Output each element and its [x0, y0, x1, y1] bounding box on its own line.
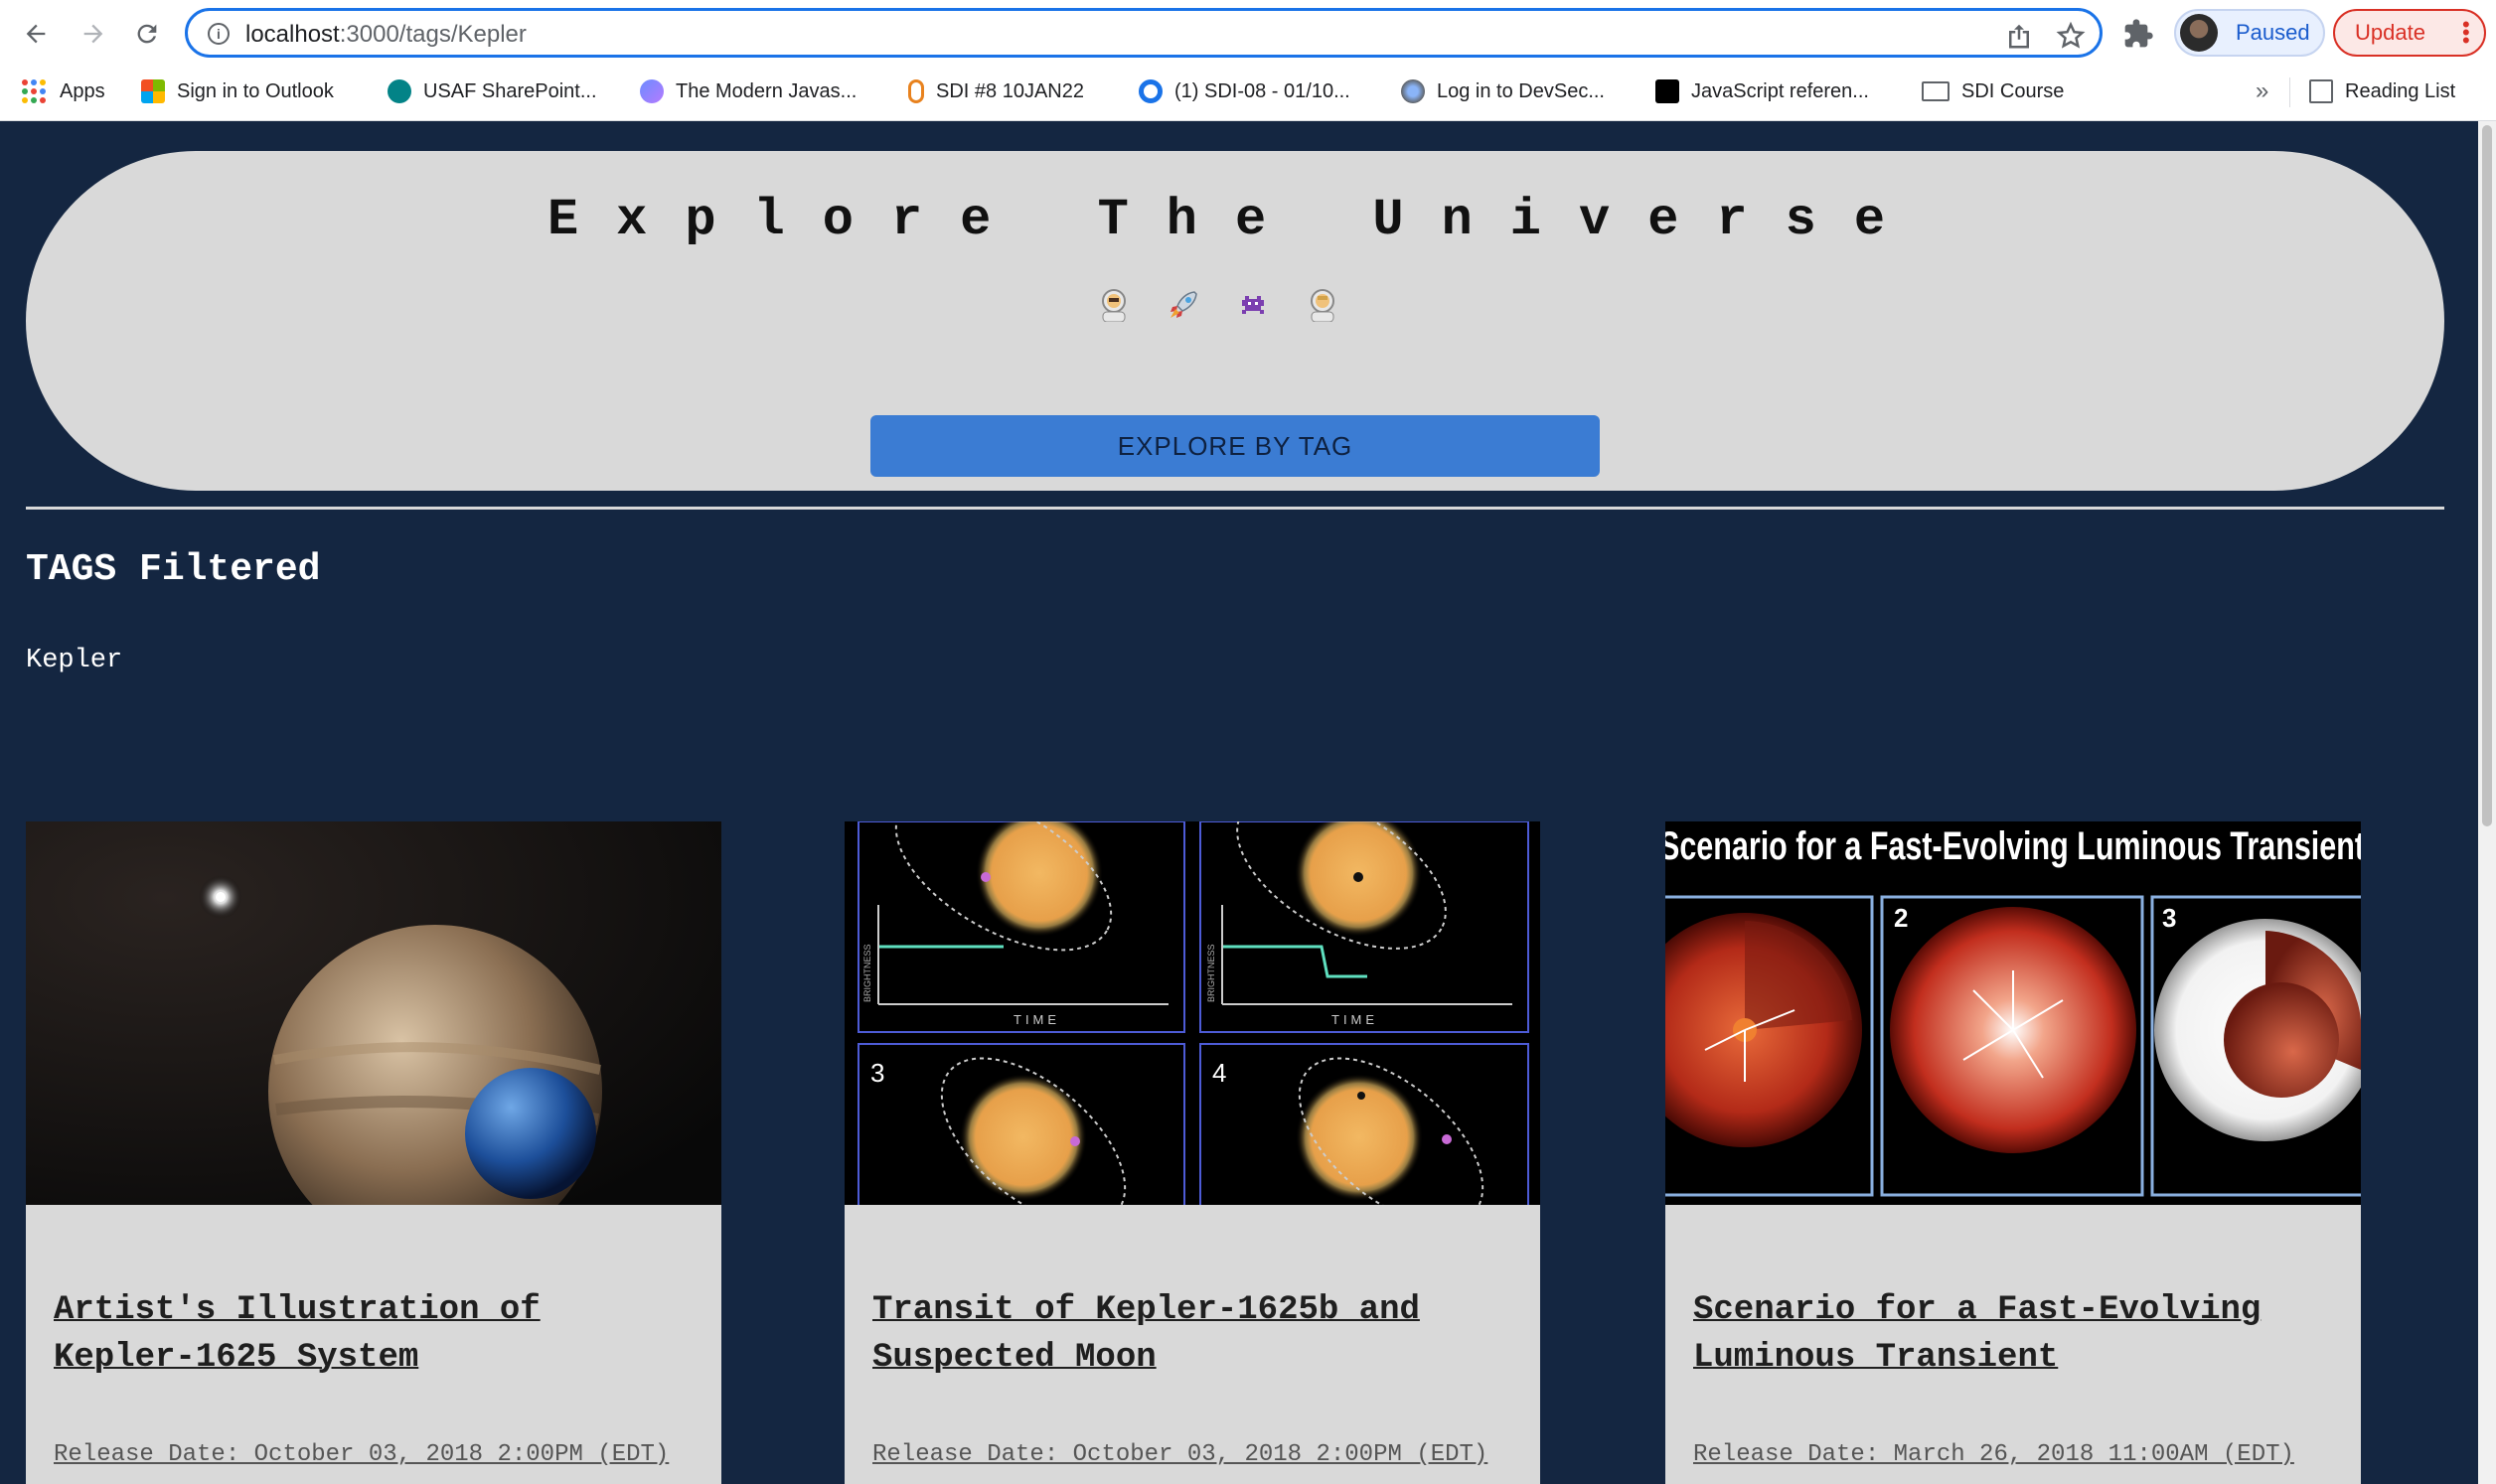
card-image-transient[interactable]: Scenario for a Fast-Evolving Luminous Tr… [1665, 821, 2361, 1205]
globe-icon [1401, 79, 1425, 103]
transient-scenario-diagram: Scenario for a Fast-Evolving Luminous Tr… [1665, 821, 2361, 1205]
link-icon [908, 79, 924, 103]
bookmark-outlook[interactable]: Sign in to Outlook [141, 75, 334, 107]
panel-label: 3 [870, 1058, 884, 1088]
url-path: :3000/tags/Kepler [339, 21, 527, 48]
axis-label-time: TIME [1331, 1012, 1378, 1027]
card-title-link[interactable]: Artist's Illustration of Kepler-1625 Sys… [54, 1286, 700, 1382]
bookmark-sharepoint[interactable]: USAF SharePoint... [388, 75, 597, 107]
share-icon[interactable] [2004, 21, 2034, 51]
reading-list-label: Reading List [2345, 79, 2456, 102]
puzzle-icon[interactable] [2122, 18, 2154, 50]
update-button[interactable]: Update • • • [2333, 9, 2486, 57]
exoplanet-illustration [26, 821, 721, 1205]
bookmark-sdi-8[interactable]: SDI #8 10JAN22 [908, 75, 1084, 107]
address-bar[interactable]: i localhost:3000/tags/Kepler [185, 8, 2103, 58]
sharepoint-icon [388, 79, 411, 103]
bookmarks-bar: Apps Sign in to Outlook USAF SharePoint.… [0, 70, 2496, 113]
hero-banner: Explore The Universe EXPLORE BY TAG [26, 151, 2444, 491]
scrollbar-thumb[interactable] [2482, 125, 2492, 826]
back-button[interactable] [16, 14, 56, 54]
bookmark-sdi-08[interactable]: (1) SDI-08 - 01/10... [1139, 75, 1350, 107]
javascript-info-icon [640, 79, 664, 103]
axis-label-brightness: BRIGHTNESS [862, 944, 872, 1002]
bookmark-javascript-reference[interactable]: JavaScript referen... [1655, 75, 1869, 107]
forward-button[interactable] [74, 14, 113, 54]
tags-heading: TAGS Filtered [26, 548, 321, 591]
arrow-left-icon [26, 24, 46, 44]
bookmark-label: USAF SharePoint... [423, 79, 597, 102]
bookmarks-overflow-chevron[interactable]: » [2256, 77, 2268, 105]
rocket-icon [1170, 291, 1197, 318]
avatar [2180, 14, 2218, 52]
media-card[interactable]: Artist's Illustration of Kepler-1625 Sys… [26, 821, 721, 1484]
mdn-icon [1655, 79, 1679, 103]
microsoft-logo-icon [141, 79, 165, 103]
reload-button[interactable] [127, 14, 167, 54]
bookmark-sdi-course[interactable]: SDI Course [1922, 75, 2064, 107]
panel-label: 2 [1894, 903, 1908, 933]
divider [26, 507, 2444, 510]
card-release-date[interactable]: Release Date: October 03, 2018 2:00PM (E… [872, 1441, 1487, 1468]
bookmarks-divider [2289, 77, 2290, 107]
transit-diagram: TIME BRIGHTNESS TIME BRIGHTNESS 3 4 [845, 821, 1540, 1205]
bookmark-label: (1) SDI-08 - 01/10... [1174, 79, 1350, 102]
arrow-right-icon [83, 24, 103, 44]
bookmark-label: SDI #8 10JAN22 [936, 79, 1084, 102]
bookmark-label: Apps [60, 79, 105, 102]
bookmark-label: The Modern Javas... [676, 79, 858, 102]
bookmark-apps[interactable]: Apps [22, 75, 105, 107]
card-title-link[interactable]: Scenario for a Fast-Evolving Luminous Tr… [1693, 1286, 2339, 1382]
panel-label: 4 [1212, 1058, 1226, 1088]
reload-icon [137, 24, 157, 44]
page-title: Explore The Universe [546, 191, 1924, 249]
card-image-kepler-system[interactable] [26, 821, 721, 1205]
bookmark-label: Log in to DevSec... [1437, 79, 1605, 102]
card-image-transit[interactable]: TIME BRIGHTNESS TIME BRIGHTNESS 3 4 [845, 821, 1540, 1205]
toolbar: i localhost:3000/tags/Kepler Paused Upda… [0, 0, 2496, 66]
more-vert-icon: • • • [2462, 12, 2470, 53]
url-host: localhost [245, 21, 340, 48]
card-release-date[interactable]: Release Date: October 03, 2018 2:00PM (E… [54, 1441, 669, 1468]
page-content: Explore The Universe EXPLORE BY TAG TAGS… [0, 121, 2478, 1484]
panel-label: 3 [2162, 903, 2176, 933]
reading-list-icon [2309, 79, 2333, 103]
update-label: Update [2355, 20, 2425, 45]
apps-grid-icon [22, 79, 46, 103]
browser-chrome: i localhost:3000/tags/Kepler Paused Upda… [0, 0, 2496, 121]
profile-button[interactable]: Paused [2174, 9, 2325, 57]
circle-c-icon [1139, 79, 1163, 103]
folder-icon [1922, 81, 1950, 101]
bookmark-devsecops[interactable]: Log in to DevSec... [1401, 75, 1605, 107]
reading-list-button[interactable]: Reading List [2309, 75, 2455, 107]
image-caption: Scenario for a Fast-Evolving Luminous Tr… [1665, 824, 2361, 868]
bookmark-label: SDI Course [1961, 79, 2065, 102]
profile-label: Paused [2236, 20, 2310, 45]
alien-monster-icon [1242, 296, 1264, 314]
tag-item: Kepler [26, 646, 123, 675]
page-scrollbar[interactable] [2478, 121, 2496, 1484]
astronaut-icon [1311, 289, 1334, 322]
astronaut-icon [1102, 289, 1126, 322]
axis-label-time: TIME [1014, 1012, 1060, 1027]
star-icon[interactable] [2056, 21, 2086, 51]
axis-label-brightness: BRIGHTNESS [1206, 944, 1216, 1002]
media-card[interactable]: Scenario for a Fast-Evolving Luminous Tr… [1665, 821, 2361, 1484]
bookmark-label: Sign in to Outlook [177, 79, 334, 102]
card-title-link[interactable]: Transit of Kepler-1625b and Suspected Mo… [872, 1286, 1518, 1382]
emoji-row [1097, 288, 1339, 322]
info-icon[interactable]: i [208, 23, 230, 45]
media-card[interactable]: TIME BRIGHTNESS TIME BRIGHTNESS 3 4 Tran… [845, 821, 1540, 1484]
card-release-date[interactable]: Release Date: March 26, 2018 11:00AM (ED… [1693, 1441, 2294, 1468]
bookmark-label: JavaScript referen... [1691, 79, 1869, 102]
explore-by-tag-button[interactable]: EXPLORE BY TAG [870, 415, 1600, 477]
bookmark-modern-javascript[interactable]: The Modern Javas... [640, 75, 857, 107]
url-text[interactable]: localhost:3000/tags/Kepler [245, 21, 527, 49]
